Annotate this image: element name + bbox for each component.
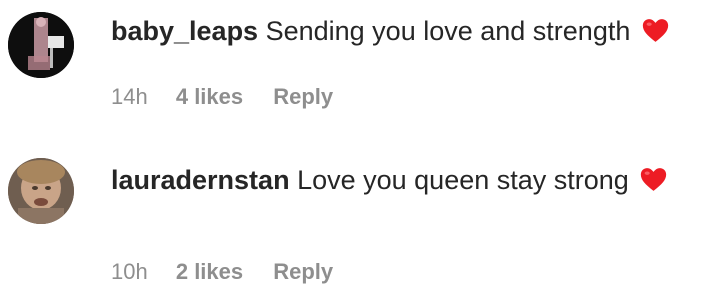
- heart-icon: [640, 167, 667, 199]
- comment-text-line: lauradernstan Love you queen stay strong: [111, 164, 667, 199]
- comment-timestamp: 10h: [111, 259, 148, 284]
- comment-body: Love you queen stay strong: [297, 165, 629, 195]
- avatar[interactable]: [8, 12, 74, 78]
- comment-meta: 14h 4 likes Reply: [111, 84, 333, 110]
- comment-text-line: baby_leaps Sending you love and strength: [111, 15, 669, 50]
- heart-icon: [642, 18, 669, 50]
- comment-username[interactable]: baby_leaps: [111, 16, 258, 46]
- comment-likes[interactable]: 4 likes: [176, 84, 243, 109]
- reply-button[interactable]: Reply: [273, 84, 333, 109]
- comment-timestamp: 14h: [111, 84, 148, 109]
- reply-button[interactable]: Reply: [273, 259, 333, 284]
- comment-username[interactable]: lauradernstan: [111, 165, 290, 195]
- comment-body: Sending you love and strength: [265, 16, 631, 46]
- comment-meta: 10h 2 likes Reply: [111, 259, 333, 285]
- comment-likes[interactable]: 2 likes: [176, 259, 243, 284]
- avatar[interactable]: [8, 158, 74, 224]
